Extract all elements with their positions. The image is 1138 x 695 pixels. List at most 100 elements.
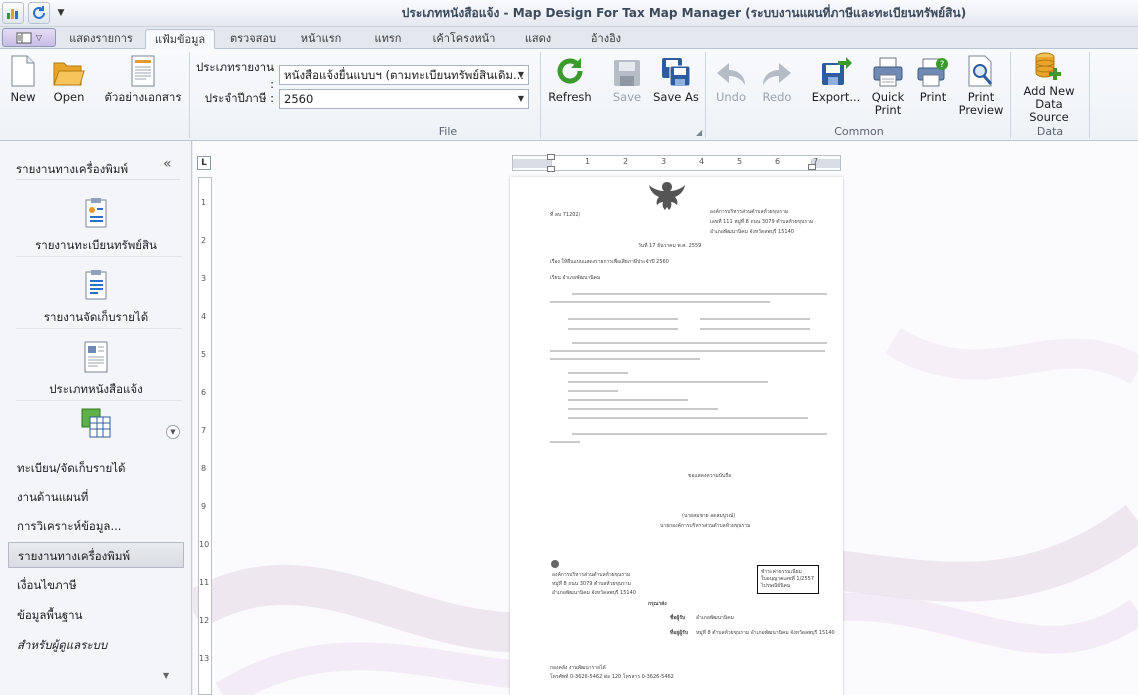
ruler-mark: 12 (199, 616, 210, 625)
add-data-source-button[interactable]: Add New Data Source (1014, 51, 1084, 124)
redo-button[interactable]: Redo (756, 51, 798, 119)
letter-body-line (550, 358, 700, 360)
vertical-ruler[interactable]: 1 2 3 4 5 6 7 8 9 10 11 12 13 (198, 177, 212, 695)
postage-stamp-box: ชำระค่าธรรมเนียม ใบอนุญาตเลขที่ 1/2557 ไ… (757, 565, 819, 594)
redo-arrow-icon (763, 63, 791, 85)
report-type-row: ประเภทรายงาน : หนังสือแจ้งยื่นแบบฯ (ตามท… (192, 59, 529, 91)
application-menu-button[interactable]: ▽ (2, 28, 56, 47)
navigation-sidebar: รายงานทางเครื่องพิมพ์ « รายงานทะเบียนทรั… (0, 141, 192, 695)
sidebar-item-tax-conditions[interactable]: เงื่อนไขภาษี (8, 572, 184, 598)
quick-print-label: Quick Print (871, 90, 905, 117)
letter-ref-no: ที่ ลบ 71202/ (550, 212, 581, 218)
letter-sender-line: อำเภอพัฒนานิคม จังหวัดลพบุรี 15140 (710, 229, 794, 235)
ruler-mark: 10 (199, 540, 210, 549)
print-label: Print (919, 90, 947, 104)
expand-more-icon[interactable]: ▼ (166, 425, 180, 439)
tax-year-select[interactable]: 2560 ▼ (279, 89, 529, 109)
open-button[interactable]: Open (48, 51, 90, 119)
left-indent-handle[interactable] (547, 166, 555, 172)
first-line-indent-handle[interactable] (547, 154, 555, 160)
right-indent-handle[interactable] (808, 164, 816, 170)
refresh-label: Refresh (548, 90, 592, 104)
tab-insert[interactable]: แทรก (362, 29, 414, 49)
sidebar-item-mapping[interactable]: งานด้านแผนที่ (8, 484, 184, 510)
ribbon-separator (189, 52, 190, 138)
save-as-icon (662, 58, 691, 87)
save-as-button[interactable]: Save As (652, 51, 700, 119)
report-type-value: หนังสือแจ้งยื่นแบบฯ (ตามทะเบียนทรัพย์สิน… (284, 68, 524, 82)
report-type-dropdown-icon[interactable]: ▼ (518, 66, 524, 84)
print-preview-button[interactable]: Print Preview (956, 51, 1006, 119)
sidebar-tile-more[interactable] (0, 399, 192, 445)
tab-stop-selector[interactable]: L (197, 156, 211, 170)
ruler-mark: 6 (775, 157, 781, 166)
app-menu-arrow-icon: ▽ (35, 33, 43, 42)
new-button[interactable]: New (4, 51, 42, 119)
notice-type-icon (84, 341, 108, 373)
collapse-sidebar-icon[interactable]: « (163, 156, 172, 172)
letter-sender-line: องค์การบริหารส่วนตำบลห้วยขุนราม (710, 209, 789, 215)
ruler-mark: 8 (201, 464, 207, 473)
print-button[interactable]: ? Print (912, 51, 954, 119)
letter-body-line (572, 342, 827, 344)
tab-page-layout[interactable]: เค้าโครงหน้า (425, 29, 503, 49)
recipient-address-value: หมู่ที่ 8 ตำบลห้วยขุนราม อำเภอพัฒนานิคม … (696, 630, 835, 636)
sidebar-item-base-data[interactable]: ข้อมูลพื้นฐาน (8, 602, 184, 628)
letter-closing: ขอแสดงความนับถือ (688, 473, 732, 479)
sidebar-item-printer-reports[interactable]: รายงานทางเครื่องพิมพ์ (8, 542, 184, 568)
sidebar-tile-asset-register-report[interactable]: รายงานทะเบียนทรัพย์สิน (0, 185, 192, 257)
sidebar-header-divider (16, 179, 180, 180)
ruler-mark: 11 (199, 578, 210, 587)
tax-year-dropdown-icon[interactable]: ▼ (518, 90, 524, 108)
sidebar-tile-revenue-report[interactable]: รายงานจัดเก็บรายได้ (0, 257, 192, 329)
letter-footer-line: โทรศัพท์ 0-3626-5462 ต่อ 120 โทรสาร 0-36… (550, 674, 674, 680)
recipient-name-value: อำเภอพัฒนานิคม (696, 615, 734, 621)
recipient-name-label: ชื่อผู้รับ (670, 615, 686, 621)
save-as-label: Save As (653, 90, 699, 104)
ruler-mark: 4 (699, 157, 705, 166)
ruler-mark: 4 (201, 312, 207, 321)
document-page[interactable]: ที่ ลบ 71202/ องค์การบริหารส่วนตำบลห้วยข… (510, 177, 843, 695)
horizontal-ruler[interactable]: 1 2 3 4 5 6 7 (512, 154, 841, 172)
letter-body-line (700, 318, 810, 320)
save-button[interactable]: Save (608, 51, 646, 119)
document-preview-area[interactable]: L 1 2 3 4 5 6 7 1 2 3 4 5 6 7 8 9 10 11 … (193, 141, 1138, 695)
quick-print-button[interactable]: Quick Print (866, 51, 910, 119)
sidebar-item-registry-revenue[interactable]: ทะเบียน/จัดเก็บรายได้ (8, 455, 184, 481)
letter-body-line (550, 441, 580, 443)
new-label: New (10, 90, 36, 104)
sidebar-item-administrator[interactable]: สำหรับผู้ดูแลระบบ (8, 632, 184, 658)
letter-subject: เรื่อง ให้ยื่นแบบแสดงรายการเพื่อเสียภาษี… (550, 259, 669, 265)
file-group-launcher-icon[interactable]: ◢ (696, 128, 702, 137)
open-label: Open (53, 90, 85, 104)
refresh-button[interactable]: Refresh (546, 51, 594, 119)
letter-signatory-title: นายกองค์การบริหารส่วนตำบลห้วยขุนราม (660, 523, 751, 529)
letter-body-line (550, 350, 825, 352)
tab-review[interactable]: ตรวจสอบ (223, 29, 283, 49)
tab-home[interactable]: หน้าแรก (292, 29, 350, 49)
letter-sender-line: เลขที่ 111 หมู่ที่ 8 ถนน 3079 ตำบลห้วยขุ… (710, 219, 814, 225)
tab-view[interactable]: แสดง (515, 29, 561, 49)
sample-document-button[interactable]: ตัวอย่างเอกสาร (104, 51, 182, 119)
sidebar-tile-notice-type[interactable]: ประเภทหนังสือแจ้ง (0, 329, 192, 401)
ruler-mark: 9 (201, 502, 207, 511)
tab-show-list[interactable]: แสดงรายการ (62, 29, 140, 49)
letter-footer-line: กองคลัง งานพัฒนารายได้ (550, 665, 606, 671)
redo-label: Redo (762, 90, 792, 104)
undo-button[interactable]: Undo (710, 51, 752, 119)
sample-document-icon (131, 55, 155, 87)
export-button[interactable]: Export... (810, 51, 862, 119)
print-icon: ? (917, 58, 948, 87)
tab-references[interactable]: อ้างอิง (582, 29, 630, 49)
window-title: ประเภทหนังสือแจ้ง - Map Design For Tax M… (401, 6, 967, 20)
tab-file-data[interactable]: แฟ้มข้อมูล (145, 29, 215, 49)
report-type-select[interactable]: หนังสือแจ้งยื่นแบบฯ (ตามทะเบียนทรัพย์สิน… (279, 65, 529, 85)
ribbon-separator (1089, 52, 1090, 138)
stamp-line: ใบอนุญาตเลขที่ 1/2557 (761, 576, 815, 582)
sidebar-options-icon[interactable]: ▼ (163, 671, 169, 680)
sidebar-item-data-analysis[interactable]: การวิเคราะห์ข้อมูล... (8, 513, 184, 539)
ruler-mark: 2 (201, 236, 207, 245)
tax-year-value: 2560 (284, 92, 314, 106)
add-data-source-label: Add New Data Source (1023, 84, 1075, 124)
ruler-mark: 7 (201, 426, 207, 435)
